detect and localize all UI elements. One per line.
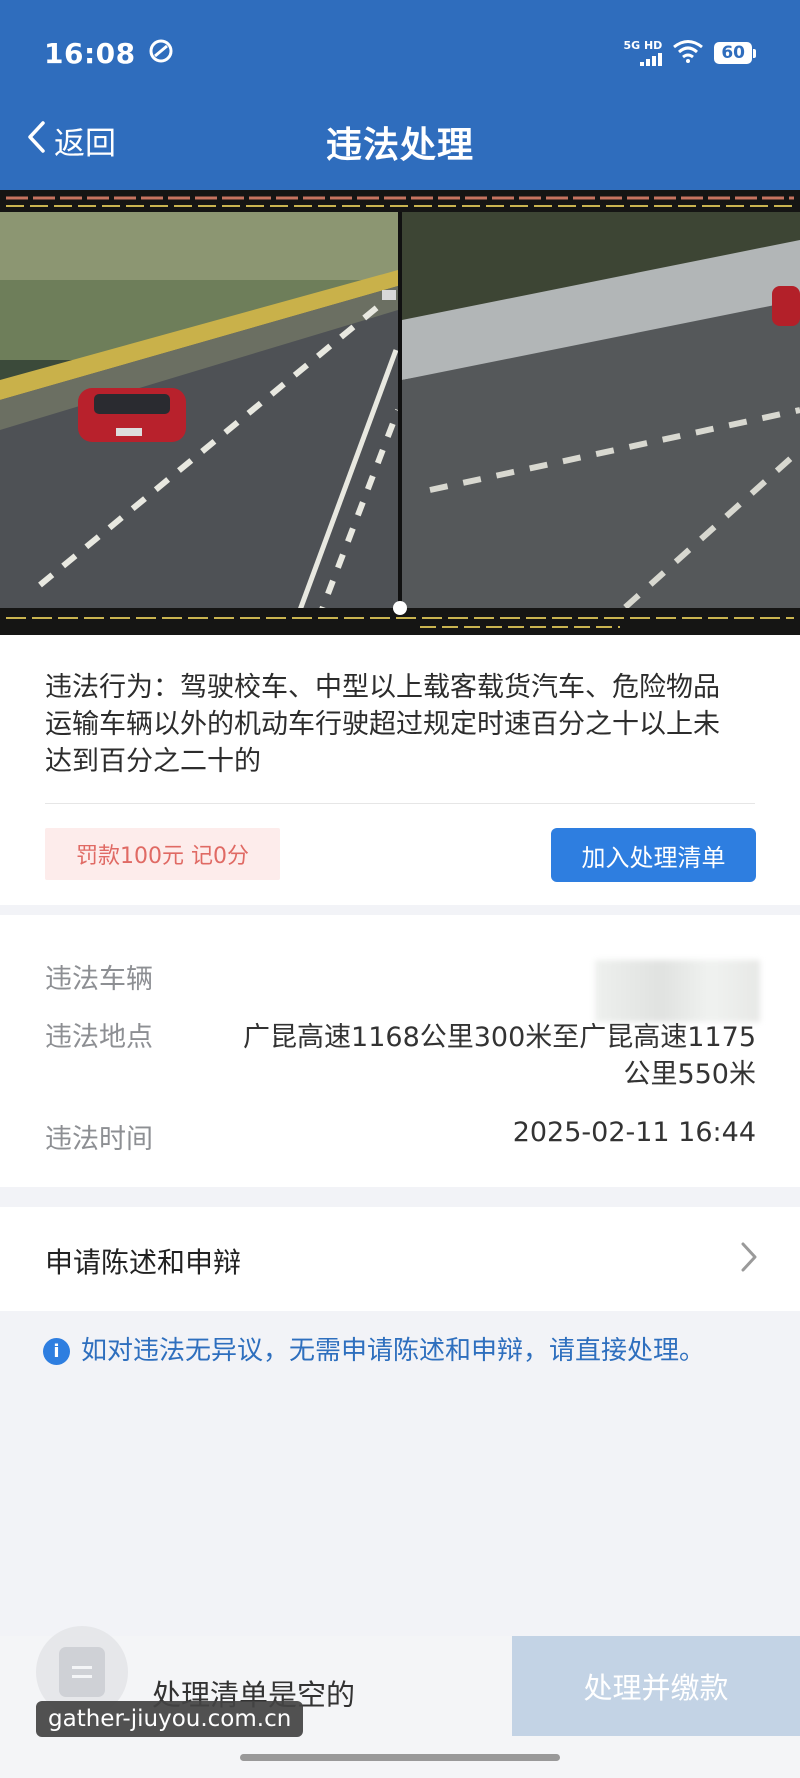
carousel-indicator — [0, 601, 800, 615]
evidence-photo-carousel[interactable] — [0, 190, 800, 635]
time-label: 违法时间 — [45, 1124, 153, 1155]
network-label: 5G HD — [623, 39, 663, 52]
signal-icon: 5G HD — [623, 39, 663, 66]
wifi-icon — [672, 39, 704, 67]
chevron-right-icon — [740, 1241, 758, 1277]
red-car — [78, 388, 186, 442]
penalty-badge: 罚款100元 记0分 — [45, 828, 280, 880]
status-bar: 16:08 5G HD 60 — [44, 30, 756, 76]
sync-icon — [148, 38, 174, 68]
watermark: gather-jiuyou.com.cn — [36, 1701, 304, 1737]
app-header: 16:08 5G HD 60 返回 违法处理 — [0, 0, 800, 190]
location-value-line1: 广昆高速1168公里300米至广昆高速1175 — [243, 1022, 756, 1053]
evidence-photo — [0, 190, 800, 635]
plate-number-blurred — [595, 960, 760, 1022]
battery-level: 60 — [714, 42, 752, 64]
time-value: 2025-02-11 16:44 — [512, 1117, 756, 1148]
info-icon: i — [43, 1338, 70, 1365]
process-and-pay-button[interactable]: 处理并缴款 — [512, 1636, 800, 1736]
violation-behavior-text: 违法行为：驾驶校车、中型以上载客载货汽车、危险物品运输车辆以外的机动车行驶超过规… — [45, 672, 720, 777]
info-notice: i 如对违法无异议，无需申请陈述和申辩，请直接处理。 — [43, 1333, 763, 1369]
appeal-row[interactable]: 申请陈述和申辩 — [0, 1207, 800, 1311]
add-to-list-button[interactable]: 加入处理清单 — [551, 828, 756, 882]
violation-details-card: 违法车辆 违法地点 广昆高速1168公里300米至广昆高速1175 公里550米… — [0, 915, 800, 1187]
battery-icon: 60 — [714, 42, 756, 64]
location-label: 违法地点 — [45, 1022, 153, 1053]
vehicle-label: 违法车辆 — [45, 964, 153, 995]
divider — [45, 803, 755, 804]
carousel-dot-active — [393, 601, 407, 615]
nav-bar: 返回 违法处理 — [0, 112, 800, 176]
clock: 16:08 — [44, 36, 136, 70]
home-indicator[interactable] — [240, 1754, 560, 1761]
location-value-line2: 公里550米 — [623, 1059, 756, 1090]
violation-card: 违法行为：驾驶校车、中型以上载客载货汽车、危险物品运输车辆以外的机动车行驶超过规… — [0, 635, 800, 905]
notice-text: 如对违法无异议，无需申请陈述和申辩，请直接处理。 — [81, 1336, 706, 1366]
appeal-label: 申请陈述和申辩 — [45, 1246, 242, 1279]
page-title: 违法处理 — [325, 125, 474, 166]
